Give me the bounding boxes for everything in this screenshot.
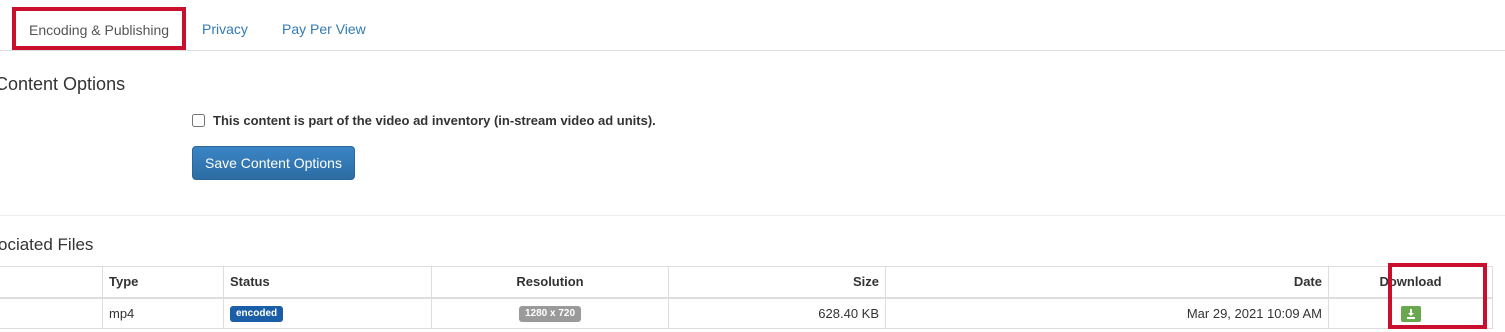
section-divider — [0, 215, 1505, 216]
table-cell-blank — [0, 297, 103, 329]
tab-pay-per-view[interactable]: Pay Per View — [282, 10, 366, 49]
tab-encoding-publishing[interactable]: Encoding & Publishing — [14, 10, 185, 50]
column-header-status: Status — [223, 266, 432, 299]
tab-bar: Encoding & Publishing Privacy Pay Per Vi… — [0, 0, 1505, 51]
video-ad-inventory-checkbox[interactable] — [192, 114, 205, 127]
tab-privacy[interactable]: Privacy — [202, 10, 248, 49]
resolution-badge: 1280 x 720 — [518, 306, 582, 323]
associated-files-table: Type Status Resolution Size Date Downloa… — [0, 266, 1493, 329]
cell-type: mp4 — [102, 297, 224, 329]
cell-size: 628.40 KB — [668, 297, 886, 329]
video-ad-inventory-checkbox-row[interactable]: This content is part of the video ad inv… — [192, 113, 656, 128]
content-options-title: Content Options — [0, 74, 126, 94]
column-header-download: Download — [1328, 266, 1493, 299]
download-button[interactable] — [1400, 305, 1421, 322]
save-content-options-button[interactable]: Save Content Options — [192, 146, 355, 180]
associated-files-title: ociated Files — [0, 235, 94, 254]
table-row: mp4 encoded 1280 x 720 628.40 KB Mar 29,… — [0, 297, 1493, 329]
column-header-size: Size — [668, 266, 886, 299]
column-header-blank — [0, 266, 103, 299]
cell-resolution: 1280 x 720 — [431, 297, 669, 329]
column-header-date: Date — [885, 266, 1329, 299]
column-header-resolution: Resolution — [431, 266, 669, 299]
table-header-row: Type Status Resolution Size Date Downloa… — [0, 266, 1493, 299]
download-icon — [1406, 308, 1415, 319]
cell-status: encoded — [223, 297, 432, 329]
cell-download — [1328, 297, 1493, 329]
status-badge: encoded — [230, 306, 284, 323]
column-header-type: Type — [102, 266, 224, 299]
cell-date: Mar 29, 2021 10:09 AM — [885, 297, 1329, 329]
video-ad-inventory-label: This content is part of the video ad inv… — [213, 113, 656, 128]
